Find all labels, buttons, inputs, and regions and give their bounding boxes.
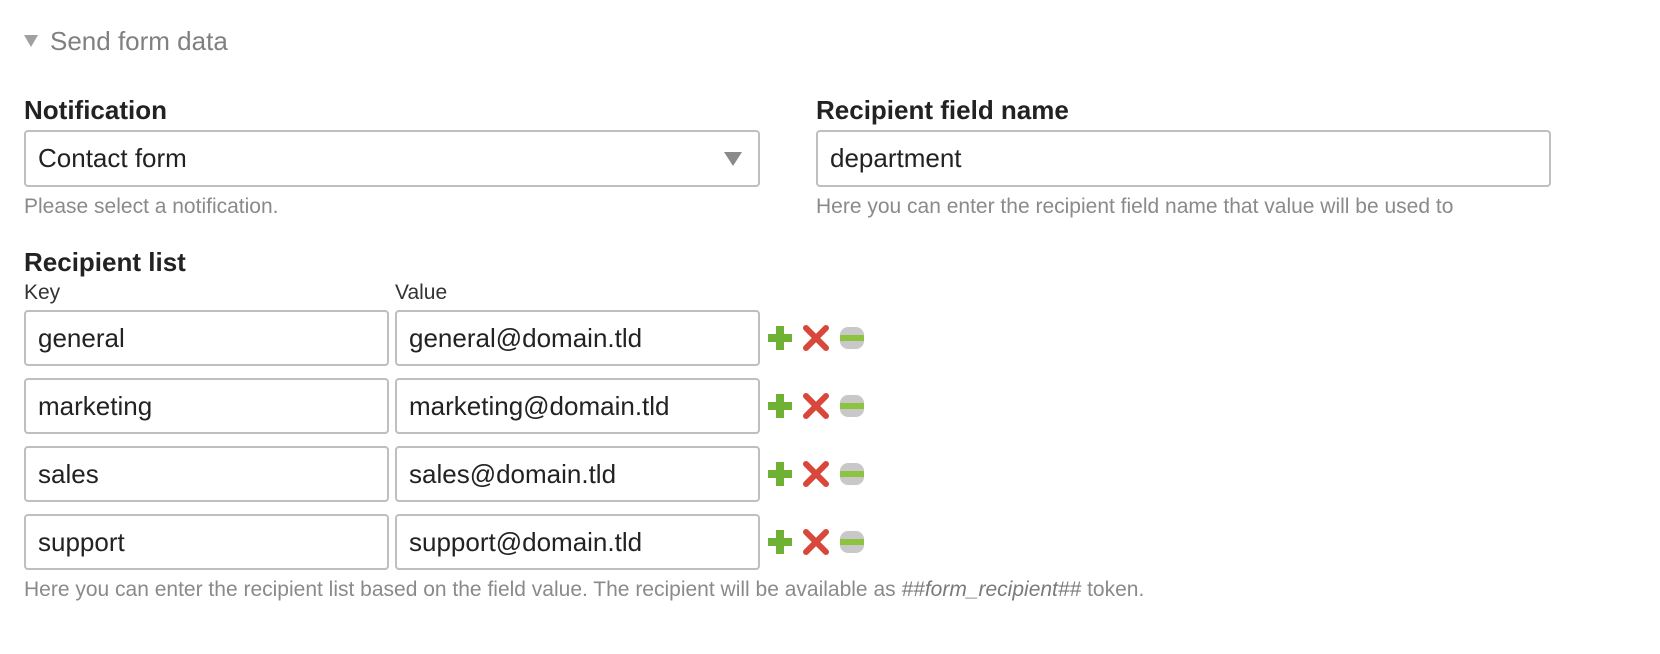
recipient-token: ##form_recipient##: [901, 578, 1082, 601]
recipient-value-input[interactable]: [395, 446, 760, 502]
drag-handle-icon[interactable]: [838, 460, 866, 488]
recipient-value-input[interactable]: [395, 310, 760, 366]
drag-handle-icon[interactable]: [838, 324, 866, 352]
section-legend-label: Send form data: [50, 25, 228, 56]
recipient-value-input[interactable]: [395, 378, 760, 434]
recipient-list-help-suffix: token.: [1081, 578, 1145, 601]
row-actions: [766, 392, 866, 420]
plus-icon[interactable]: [766, 460, 794, 488]
notification-select[interactable]: Contact form: [24, 130, 760, 187]
key-column-header: Key: [24, 281, 61, 304]
recipient-list-help: Here you can enter the recipient list ba…: [24, 578, 1144, 602]
drag-handle-icon[interactable]: [838, 392, 866, 420]
row-actions: [766, 528, 866, 556]
notification-selected-value: Contact form: [38, 143, 187, 173]
recipient-field-label: Recipient field name: [816, 95, 1069, 125]
collapse-triangle-icon: [24, 35, 38, 47]
x-icon[interactable]: [802, 392, 830, 420]
chevron-down-icon: [724, 151, 742, 166]
recipient-field-help: Here you can enter the recipient field n…: [816, 195, 1454, 218]
row-actions: [766, 324, 866, 352]
section-legend-toggle[interactable]: Send form data: [24, 26, 228, 56]
plus-icon[interactable]: [766, 528, 794, 556]
recipient-key-input[interactable]: [24, 446, 389, 502]
recipient-field-input[interactable]: [816, 130, 1551, 187]
notification-help: Please select a notification.: [24, 195, 279, 218]
recipient-list-help-text: Here you can enter the recipient list ba…: [24, 578, 902, 601]
recipient-list-label: Recipient list: [24, 247, 186, 277]
plus-icon[interactable]: [766, 324, 794, 352]
recipient-key-input[interactable]: [24, 378, 389, 434]
drag-handle-icon[interactable]: [838, 528, 866, 556]
x-icon[interactable]: [802, 324, 830, 352]
x-icon[interactable]: [802, 528, 830, 556]
value-column-header: Value: [395, 281, 448, 304]
row-actions: [766, 460, 866, 488]
plus-icon[interactable]: [766, 392, 794, 420]
recipient-value-input[interactable]: [395, 514, 760, 570]
notification-label: Notification: [24, 95, 167, 125]
recipient-key-input[interactable]: [24, 310, 389, 366]
recipient-key-input[interactable]: [24, 514, 389, 570]
x-icon[interactable]: [802, 460, 830, 488]
